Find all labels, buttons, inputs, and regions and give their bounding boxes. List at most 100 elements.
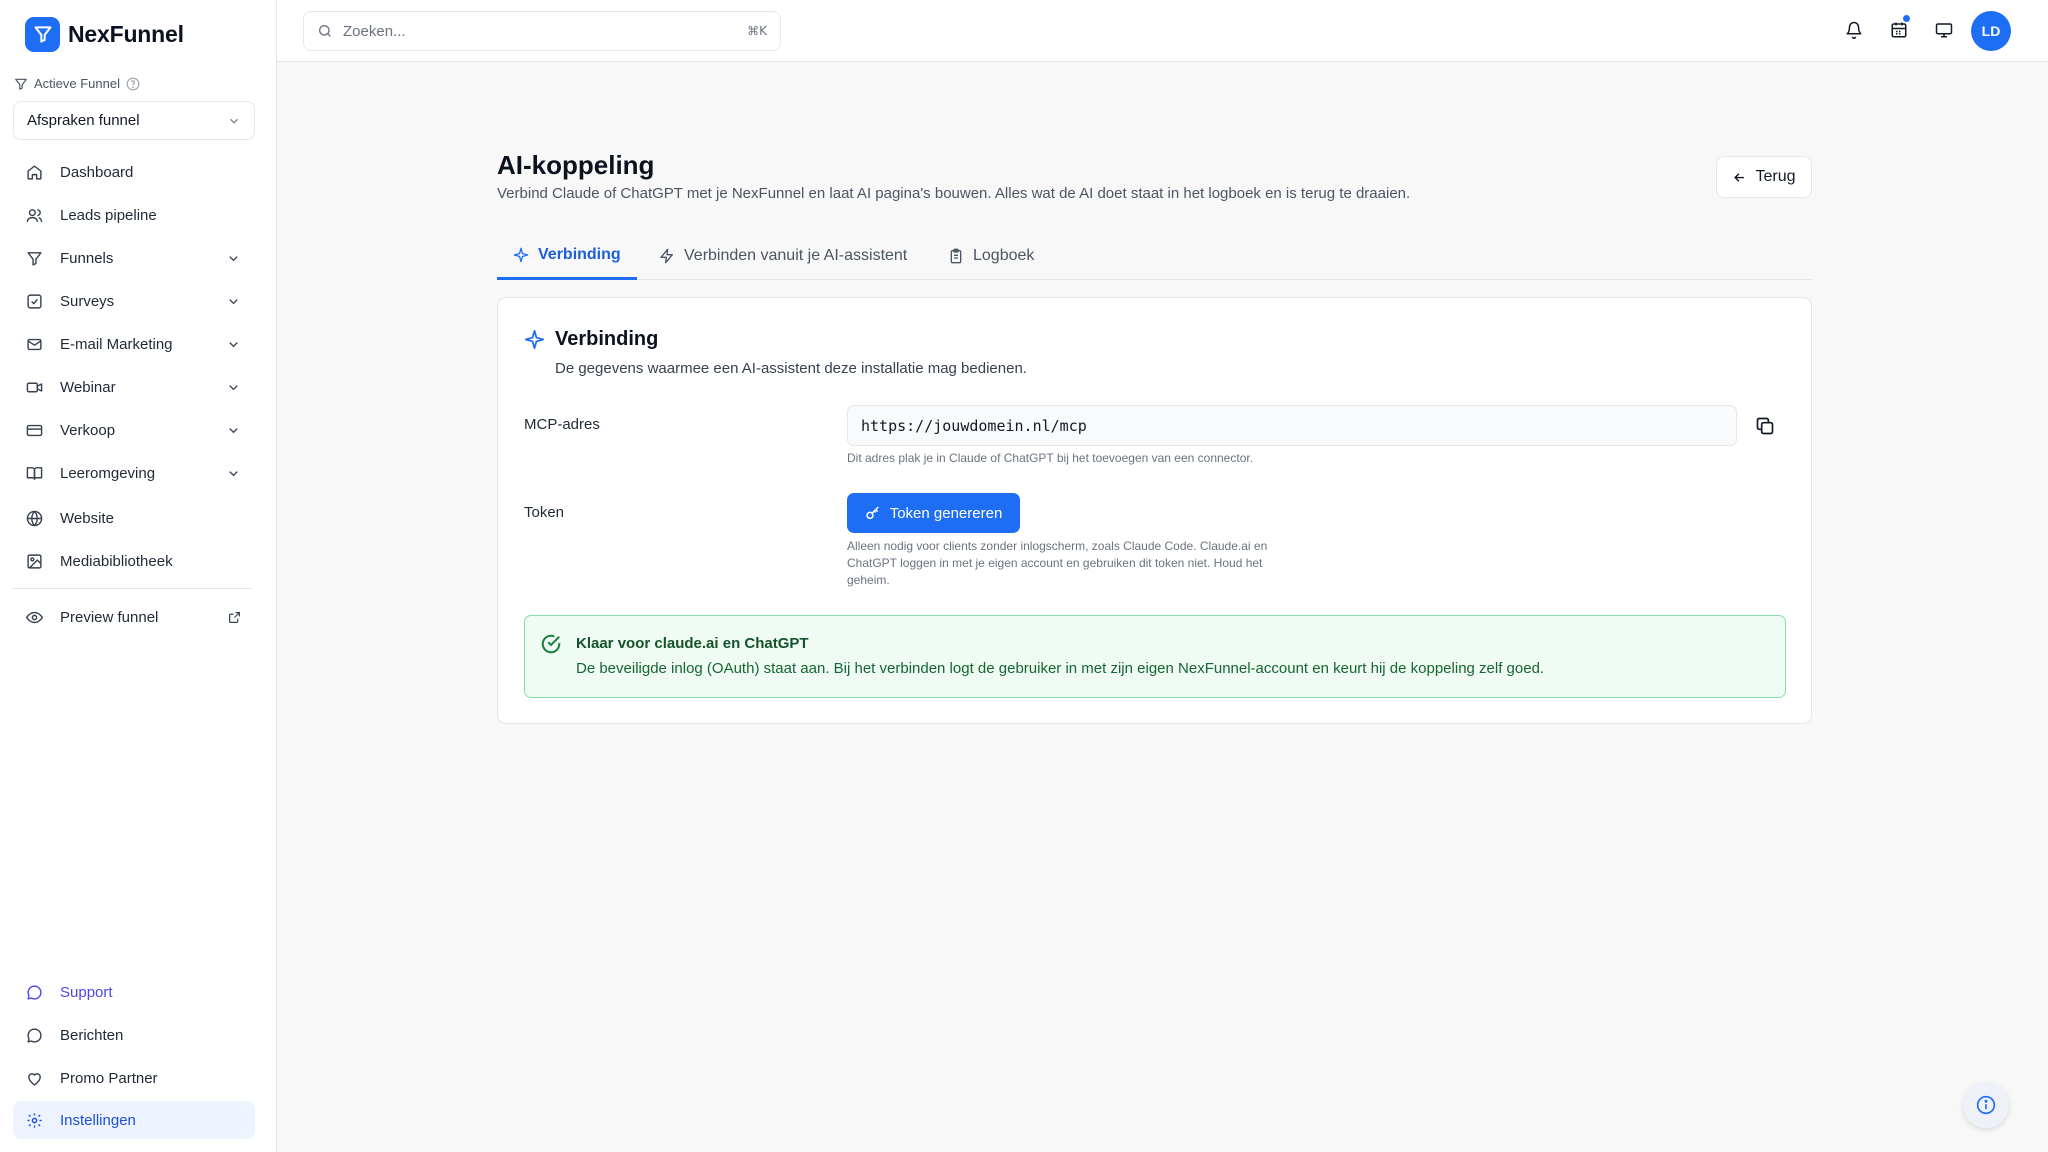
- sidebar-item-label: Webinar: [60, 378, 116, 396]
- tab-label: Logboek: [973, 247, 1035, 264]
- gear-icon: [25, 1111, 43, 1129]
- token-hint-line: Alleen nodig voor clients zonder inlogsc…: [847, 539, 1268, 553]
- mcp-address-field[interactable]: https://jouwdomein.nl/mcp: [847, 405, 1737, 446]
- sidebar-item-label: Dashboard: [60, 163, 134, 181]
- sidebar-item-label: Leeromgeving: [60, 464, 156, 482]
- sidebar-item-dashboard[interactable]: Dashboard: [13, 153, 255, 191]
- sidebar-item-support[interactable]: Support: [13, 973, 255, 1011]
- chevron-down-icon[interactable]: [226, 423, 241, 438]
- info-icon[interactable]: [1963, 1082, 2009, 1128]
- token-hint-line: geheim.: [847, 573, 890, 587]
- chevron-down-icon[interactable]: [226, 380, 241, 395]
- sidebar-item-preview-funnel[interactable]: Preview funnel: [13, 598, 255, 636]
- sidebar-item-label: Surveys: [60, 292, 115, 310]
- tab-label: Verbinden vanuit je AI-assistent: [684, 247, 908, 264]
- tab-verbinding[interactable]: Verbinding: [497, 232, 637, 280]
- arrow-left-icon: [1732, 170, 1747, 185]
- sidebar-item-instellingen[interactable]: Instellingen: [13, 1101, 255, 1139]
- help-circle-icon[interactable]: [126, 77, 140, 91]
- card-subtitle: De gegevens waarmee een AI-assistent dez…: [555, 360, 1027, 377]
- sidebar-item-label: E-mail Marketing: [60, 335, 173, 353]
- monitor-icon[interactable]: [1933, 19, 1955, 41]
- mcp-address-label: MCP-adres: [524, 416, 600, 433]
- lightning-icon: [659, 248, 675, 264]
- tab-logboek[interactable]: Logboek: [932, 232, 1050, 280]
- search-icon: [317, 23, 333, 39]
- calendar-icon[interactable]: [1888, 14, 1911, 41]
- brand[interactable]: NexFunnel: [25, 16, 184, 52]
- sidebar-item-surveys[interactable]: Surveys: [13, 282, 255, 320]
- sidebar-item-label: Mediabibliotheek: [60, 552, 173, 570]
- mail-icon: [25, 335, 43, 353]
- chevron-down-icon[interactable]: [226, 294, 241, 309]
- chevron-down-icon[interactable]: [226, 251, 241, 266]
- book-icon: [25, 464, 43, 482]
- back-button[interactable]: Terug: [1716, 156, 1812, 198]
- card-title: Verbinding: [524, 328, 658, 351]
- card-title-text: Verbinding: [555, 328, 659, 350]
- notification-dot: [1902, 14, 1911, 23]
- image-icon: [25, 552, 43, 570]
- sidebar-item-website[interactable]: Website: [13, 499, 255, 537]
- home-icon: [25, 163, 43, 181]
- tab-label: Verbinding: [538, 245, 621, 263]
- generate-token-label: Token genereren: [889, 504, 1003, 522]
- sidebar-item-leads-pipeline[interactable]: Leads pipeline: [13, 196, 255, 234]
- search-input[interactable]: [343, 22, 748, 40]
- clipboard-icon: [948, 248, 964, 264]
- tab-verbinden-vanuit-ai-assistent[interactable]: Verbinden vanuit je AI-assistent: [643, 232, 923, 280]
- back-button-label: Terug: [1755, 168, 1796, 185]
- sidebar-item-email-marketing[interactable]: E-mail Marketing: [13, 325, 255, 363]
- sidebar-item-berichten[interactable]: Berichten: [13, 1016, 255, 1054]
- funnel-select[interactable]: Afspraken funnel: [13, 101, 255, 140]
- globe-icon: [25, 509, 43, 527]
- token-label: Token: [524, 504, 565, 521]
- chevron-down-icon[interactable]: [226, 337, 241, 352]
- ready-alert-title: Klaar voor claude.ai en ChatGPT: [576, 635, 809, 652]
- sparkle-icon: [513, 247, 529, 263]
- sidebar-item-mediabibliotheek[interactable]: Mediabibliotheek: [13, 542, 255, 580]
- active-funnel-text: Actieve Funnel: [34, 76, 120, 91]
- connection-card: Verbinding De gegevens waarmee een AI-as…: [497, 297, 1812, 724]
- token-hint: Alleen nodig voor clients zonder inlogsc…: [847, 538, 1267, 589]
- users-icon: [25, 206, 43, 224]
- sidebar-item-funnels[interactable]: Funnels: [13, 239, 255, 277]
- sidebar-item-webinar[interactable]: Webinar: [13, 368, 255, 406]
- sidebar: NexFunnel Actieve Funnel Afspraken funne…: [0, 0, 277, 1152]
- external-link-icon: [228, 611, 241, 624]
- funnel-icon: [25, 249, 43, 267]
- token-hint-line: ChatGPT loggen in met je eigen account e…: [847, 556, 1263, 570]
- sidebar-item-leeromgeving[interactable]: Leeromgeving: [13, 454, 255, 492]
- heart-icon: [25, 1069, 43, 1087]
- bell-icon[interactable]: [1843, 19, 1865, 41]
- topbar: ⌘K: [277, 0, 2048, 62]
- key-icon: [865, 505, 881, 521]
- search-shortcut: ⌘K: [747, 24, 767, 38]
- sparkle-icon: [524, 329, 545, 350]
- message-icon: [25, 1026, 43, 1044]
- sidebar-divider: [13, 588, 251, 589]
- generate-token-button[interactable]: Token genereren: [847, 493, 1020, 533]
- eye-icon: [25, 608, 43, 626]
- chat-icon: [25, 983, 43, 1001]
- tab-bar: Verbinding Verbinden vanuit je AI-assist…: [497, 232, 1812, 280]
- sidebar-item-label: Website: [60, 509, 114, 527]
- sidebar-item-promo-partner[interactable]: Promo Partner: [13, 1059, 255, 1097]
- mcp-address-hint: Dit adres plak je in Claude of ChatGPT b…: [847, 451, 1254, 465]
- sidebar-item-label: Verkoop: [60, 421, 116, 439]
- page-title: AI-koppeling: [497, 150, 655, 180]
- sidebar-item-label: Berichten: [60, 1026, 124, 1044]
- search-box[interactable]: ⌘K: [303, 11, 781, 51]
- brand-name: NexFunnel: [68, 20, 184, 47]
- sidebar-item-label: Instellingen: [60, 1111, 136, 1129]
- copy-icon[interactable]: [1753, 414, 1777, 438]
- avatar[interactable]: LD: [1971, 11, 2011, 51]
- chevron-down-icon[interactable]: [226, 466, 241, 481]
- sidebar-item-verkoop[interactable]: Verkoop: [13, 411, 255, 449]
- ready-alert: Klaar voor claude.ai en ChatGPT De bevei…: [524, 615, 1786, 698]
- brand-logo-icon: [25, 16, 60, 52]
- sidebar-item-label: Funnels: [60, 249, 114, 267]
- sidebar-item-label: Leads pipeline: [60, 206, 157, 224]
- ready-alert-text: De beveiligde inlog (OAuth) staat aan. B…: [576, 660, 1545, 677]
- sidebar-item-label: Support: [60, 983, 113, 1001]
